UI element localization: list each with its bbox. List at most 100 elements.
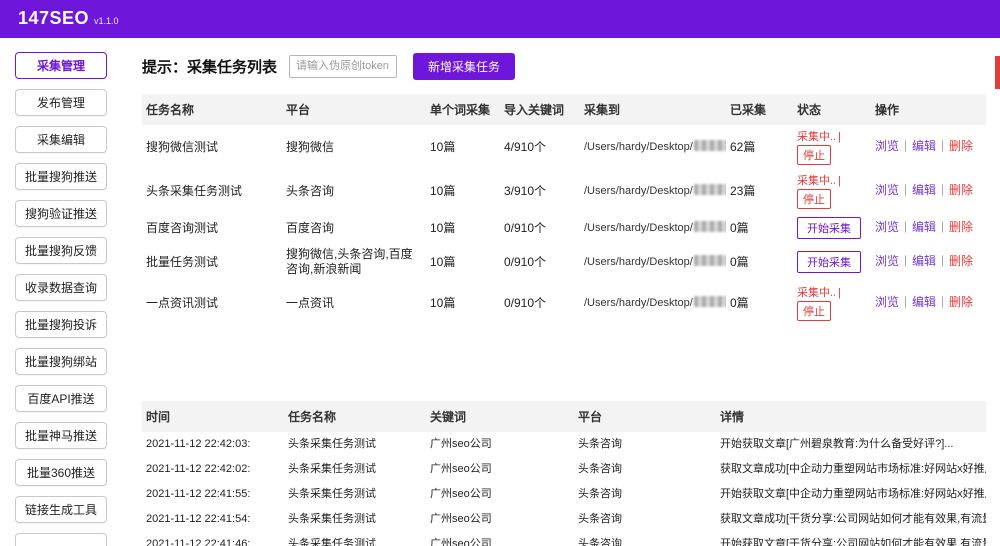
log-task-name: 头条采集任务测试 [284, 482, 426, 507]
action-separator: ｜ [937, 256, 948, 268]
delete-link[interactable]: 删除 [949, 183, 973, 197]
status-running-label: 采集中.. [797, 287, 836, 299]
scrollbar-thumb[interactable] [995, 56, 1000, 89]
view-link[interactable]: 浏览 [875, 139, 899, 153]
task-platform: 头条咨询 [282, 169, 426, 213]
sidebar-item-11[interactable]: 批量360推送 [15, 459, 107, 486]
stop-button[interactable]: 停止 [797, 189, 831, 209]
add-task-button[interactable]: 新增采集任务 [413, 53, 515, 80]
stop-button[interactable]: 停止 [797, 145, 831, 165]
column-header: 任务名称 [142, 94, 282, 125]
sidebar-item-1[interactable]: 发布管理 [15, 89, 107, 116]
log-task-name: 头条采集任务测试 [284, 507, 426, 532]
view-link[interactable]: 浏览 [875, 220, 899, 234]
task-actions: 浏览｜编辑｜删除 [871, 281, 986, 325]
edit-link[interactable]: 编辑 [912, 220, 936, 234]
task-actions: 浏览｜编辑｜删除 [871, 213, 986, 243]
log-platform: 头条咨询 [574, 532, 716, 546]
log-detail: 获取文章成功[干货分享:公司网站如何才能有效果,有流量,有访客... [716, 507, 986, 532]
log-platform: 头条咨询 [574, 507, 716, 532]
column-header: 状态 [793, 94, 871, 125]
status-separator: | [838, 131, 841, 143]
log-platform: 头条咨询 [574, 482, 716, 507]
log-time: 2021-11-12 22:41:55: [142, 482, 284, 507]
view-link[interactable]: 浏览 [875, 295, 899, 309]
task-save-path: /Users/hardy/Desktop/ [580, 281, 726, 325]
log-row: 2021-11-12 22:42:02:头条采集任务测试广州seo公司头条咨询获… [142, 457, 986, 482]
task-platform: 一点资讯 [282, 281, 426, 325]
task-per-keyword: 10篇 [426, 213, 500, 243]
stop-button[interactable]: 停止 [797, 301, 831, 321]
action-separator: ｜ [937, 185, 948, 197]
view-link[interactable]: 浏览 [875, 254, 899, 268]
start-collect-button[interactable]: 开始采集 [797, 251, 861, 273]
delete-link[interactable]: 删除 [949, 220, 973, 234]
sidebar-item-4[interactable]: 搜狗验证推送 [15, 200, 107, 227]
column-header: 已采集 [726, 94, 793, 125]
redacted-path [694, 140, 726, 151]
action-separator: ｜ [900, 256, 911, 268]
toolbar: 提示：采集任务列表 新增采集任务 [142, 52, 986, 80]
layout: 采集管理发布管理采集编辑批量搜狗推送搜狗验证推送批量搜狗反馈收录数据查询批量搜狗… [0, 38, 1000, 546]
redacted-path [694, 255, 726, 266]
log-detail: 开始获取文章[中企动力重塑网站市场标准:好网站x好推广=好效果]... [716, 482, 986, 507]
sidebar-item-10[interactable]: 批量神马推送 [15, 422, 107, 449]
edit-link[interactable]: 编辑 [912, 254, 936, 268]
redacted-path [694, 184, 726, 195]
delete-link[interactable]: 删除 [949, 139, 973, 153]
edit-link[interactable]: 编辑 [912, 139, 936, 153]
sidebar-item-7[interactable]: 批量搜狗投诉 [15, 311, 107, 338]
task-collected: 0篇 [726, 213, 793, 243]
sidebar-item-9[interactable]: 百度API推送 [15, 385, 107, 412]
sidebar-item-partial[interactable] [15, 533, 107, 546]
log-keyword: 广州seo公司 [426, 432, 574, 457]
delete-link[interactable]: 删除 [949, 254, 973, 268]
task-platform: 搜狗微信 [282, 125, 426, 169]
delete-link[interactable]: 删除 [949, 295, 973, 309]
app-header: 147SEO v1.1.0 [0, 0, 1000, 38]
edit-link[interactable]: 编辑 [912, 295, 936, 309]
action-separator: ｜ [900, 185, 911, 197]
tasks-table: 任务名称平台单个词采集导入关键词采集到已采集状态操作 搜狗微信测试搜狗微信10篇… [142, 94, 986, 325]
sidebar-item-3[interactable]: 批量搜狗推送 [15, 163, 107, 190]
column-header: 关键词 [426, 401, 574, 432]
task-imported: 3/910个 [500, 169, 580, 213]
log-detail: 获取文章成功[中企动力重塑网站市场标准:好网站x好推广=好效果]... [716, 457, 986, 482]
sidebar-item-12[interactable]: 链接生成工具 [15, 496, 107, 523]
sidebar-item-6[interactable]: 收录数据查询 [15, 274, 107, 301]
task-status: 采集中..|停止 [793, 125, 871, 169]
edit-link[interactable]: 编辑 [912, 183, 936, 197]
task-per-keyword: 10篇 [426, 281, 500, 325]
sidebar: 采集管理发布管理采集编辑批量搜狗推送搜狗验证推送批量搜狗反馈收录数据查询批量搜狗… [0, 38, 122, 546]
sidebar-item-8[interactable]: 批量搜狗绑站 [15, 348, 107, 375]
task-platform: 搜狗微信,头条咨询,百度咨询,新浪新闻 [282, 243, 426, 281]
task-name: 一点资讯测试 [142, 281, 282, 325]
log-platform: 头条咨询 [574, 457, 716, 482]
start-collect-button[interactable]: 开始采集 [797, 217, 861, 239]
task-collected: 0篇 [726, 281, 793, 325]
task-name: 批量任务测试 [142, 243, 282, 281]
task-actions: 浏览｜编辑｜删除 [871, 169, 986, 213]
task-save-path: /Users/hardy/Desktop/ [580, 125, 726, 169]
column-header: 详情 [716, 401, 986, 432]
task-row: 批量任务测试搜狗微信,头条咨询,百度咨询,新浪新闻10篇0/910个/Users… [142, 243, 986, 281]
log-row: 2021-11-12 22:41:55:头条采集任务测试广州seo公司头条咨询开… [142, 482, 986, 507]
task-imported: 4/910个 [500, 125, 580, 169]
sidebar-item-2[interactable]: 采集编辑 [15, 126, 107, 153]
task-collected: 62篇 [726, 125, 793, 169]
view-link[interactable]: 浏览 [875, 183, 899, 197]
app-title: 147SEO [18, 8, 89, 29]
task-row: 搜狗微信测试搜狗微信10篇4/910个/Users/hardy/Desktop/… [142, 125, 986, 169]
log-time: 2021-11-12 22:42:03: [142, 432, 284, 457]
log-table-head-row: 时间任务名称关键词平台详情 [142, 401, 986, 432]
action-separator: ｜ [900, 141, 911, 153]
action-separator: ｜ [937, 297, 948, 309]
sidebar-item-0[interactable]: 采集管理 [15, 52, 107, 79]
task-name: 百度咨询测试 [142, 213, 282, 243]
status-separator: | [838, 175, 841, 187]
log-task-name: 头条采集任务测试 [284, 457, 426, 482]
token-input[interactable] [289, 55, 397, 78]
log-row: 2021-11-12 22:41:54:头条采集任务测试广州seo公司头条咨询获… [142, 507, 986, 532]
status-separator: | [838, 287, 841, 299]
sidebar-item-5[interactable]: 批量搜狗反馈 [15, 237, 107, 264]
